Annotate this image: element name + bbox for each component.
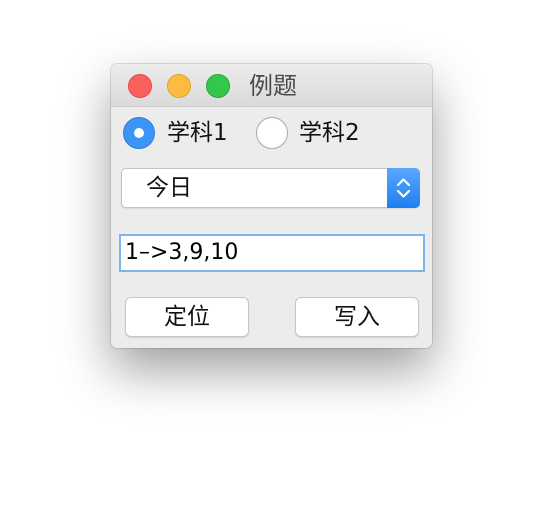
- chevron-up-down-icon[interactable]: [387, 168, 420, 208]
- write-button[interactable]: 写入: [295, 297, 419, 337]
- radio-subject-2[interactable]: [256, 117, 288, 149]
- radio-subject-1[interactable]: [123, 117, 155, 149]
- dialog-window: 例题 学科1 学科2 今日 1–>3,9,10 定位 写入: [111, 64, 432, 348]
- radio-subject-1-label[interactable]: 学科1: [167, 117, 228, 149]
- title-bar[interactable]: 例题: [111, 64, 432, 107]
- window-title: 例题: [249, 72, 297, 100]
- date-select[interactable]: 今日: [121, 168, 420, 208]
- close-button[interactable]: [128, 74, 152, 98]
- date-select-value: 今日: [146, 175, 192, 201]
- zoom-button[interactable]: [206, 74, 230, 98]
- range-input[interactable]: 1–>3,9,10: [119, 234, 425, 272]
- radio-subject-2-label[interactable]: 学科2: [299, 117, 360, 149]
- locate-button[interactable]: 定位: [125, 297, 249, 337]
- minimize-button[interactable]: [167, 74, 191, 98]
